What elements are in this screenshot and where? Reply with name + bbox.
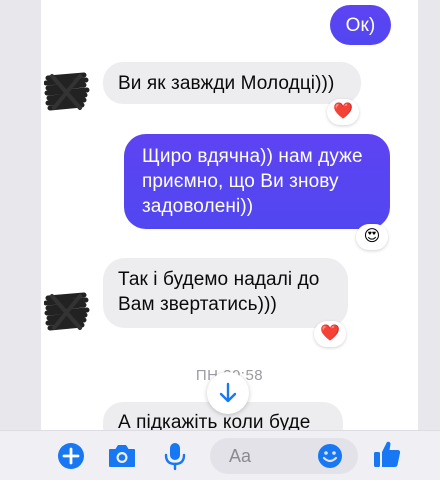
message-line: Вам звертатись))) [118,294,277,315]
message-bubble-outgoing[interactable]: Щиро вдячна)) нам дуже приємно, що Ви зн… [124,134,390,229]
contact-avatar[interactable] [43,72,90,112]
messenger-screen: Ок) Ви як завжди Молодці))) ❤️ Щиро вдяч… [0,0,440,480]
heart-reaction-icon: ❤️ [333,103,353,120]
reaction-badge[interactable]: 😍 [356,224,388,250]
message-composer: Aa [0,430,440,480]
voice-message-button[interactable] [160,441,190,471]
message-text: Ок) [345,15,376,36]
microphone-icon [164,443,186,471]
camera-icon [109,445,135,467]
message-bubble-incoming[interactable]: Ви як завжди Молодці))) [103,62,361,104]
scribbled-avatar-icon [43,72,90,111]
add-button[interactable] [56,441,86,471]
message-text: А підкажіть коли буде [118,412,311,430]
scribbled-avatar-icon [43,292,90,331]
thumbs-up-icon [374,441,401,467]
emoji-icon [318,444,342,468]
message-line: задоволені)) [142,196,254,217]
contact-avatar[interactable] [43,292,90,332]
message-bubble-incoming[interactable]: Так і будемо надалі до Вам звертатись))) [103,258,348,328]
like-button[interactable] [372,439,402,469]
chat-thread[interactable]: Ок) Ви як завжди Молодці))) ❤️ Щиро вдяч… [41,0,418,430]
message-line: Так і будемо надалі до [118,269,320,290]
message-line: приємно, що Ви знову [142,171,339,192]
arrow-down-icon [219,382,237,403]
scroll-to-bottom-button[interactable] [207,372,249,414]
heart-eyes-reaction-icon: 😍 [363,228,381,245]
reaction-badge[interactable]: ❤️ [327,99,359,125]
message-input[interactable]: Aa [210,438,358,474]
camera-button[interactable] [107,441,137,471]
heart-reaction-icon: ❤️ [320,325,340,342]
reaction-badge[interactable]: ❤️ [314,321,346,347]
message-line: Щиро вдячна)) нам дуже [142,146,363,167]
message-text: Ви як завжди Молодці))) [118,73,335,94]
message-bubble-outgoing[interactable]: Ок) [330,5,391,45]
plus-circle-icon [58,443,84,469]
input-placeholder: Aa [229,446,252,466]
emoji-button[interactable] [315,441,345,471]
